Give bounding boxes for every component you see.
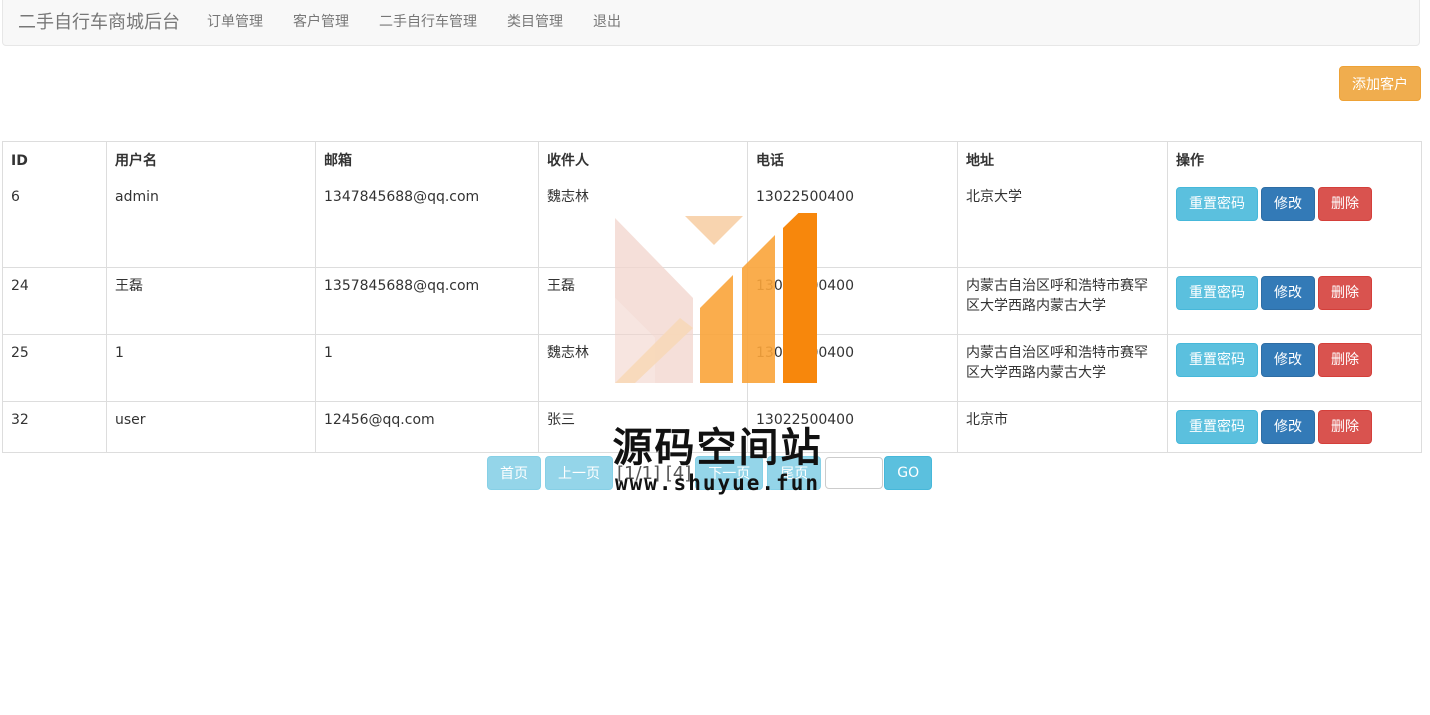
cell-actions: 重置密码 修改 删除	[1167, 266, 1422, 335]
nav-item-bikes[interactable]: 二手自行车管理	[364, 11, 492, 31]
col-header-receiver: 收件人	[538, 141, 748, 179]
cell-actions: 重置密码 修改 删除	[1167, 400, 1422, 453]
col-header-username: 用户名	[106, 141, 316, 179]
cell-id: 24	[2, 266, 107, 335]
delete-button[interactable]: 删除	[1318, 187, 1372, 221]
col-header-id: ID	[2, 141, 107, 179]
page-info: [1/1] [4]	[617, 462, 692, 484]
pagination: 首页 上一页 [1/1] [4] 下一页 尾页 GO	[487, 456, 933, 490]
cell-actions: 重置密码 修改 删除	[1167, 333, 1422, 402]
table-row: 32 user 12456@qq.com 张三 13022500400 北京市 …	[2, 400, 1422, 453]
cell-phone: 13022500400	[747, 400, 958, 453]
cell-username: 王磊	[106, 266, 316, 335]
cell-phone: 13022500400	[747, 333, 958, 402]
cell-id: 32	[2, 400, 107, 453]
delete-button[interactable]: 删除	[1318, 275, 1372, 310]
cell-email: 1357845688@qq.com	[315, 266, 539, 335]
nav-item-logout[interactable]: 退出	[578, 11, 636, 31]
customer-table: ID 用户名 邮箱 收件人 电话 地址 操作 6 admin 134784568…	[2, 141, 1422, 453]
cell-receiver: 魏志林	[538, 333, 748, 402]
navbar-brand[interactable]: 二手自行车商城后台	[18, 8, 180, 34]
reset-password-button[interactable]: 重置密码	[1176, 187, 1258, 221]
add-customer-button[interactable]: 添加客户	[1339, 66, 1421, 101]
cell-phone: 13022500400	[747, 179, 958, 268]
delete-button[interactable]: 删除	[1318, 342, 1372, 377]
nav-item-orders[interactable]: 订单管理	[192, 11, 278, 31]
cell-address: 内蒙古自治区呼和浩特市赛罕区大学西路内蒙古大学	[957, 266, 1168, 335]
table-row: 25 1 1 魏志林 13022500400 内蒙古自治区呼和浩特市赛罕区大学西…	[2, 333, 1422, 402]
cell-username: user	[106, 400, 316, 453]
cell-email: 1347845688@qq.com	[315, 179, 539, 268]
table-row: 6 admin 1347845688@qq.com 魏志林 1302250040…	[2, 179, 1422, 268]
nav-item-categories[interactable]: 类目管理	[492, 11, 578, 31]
edit-button[interactable]: 修改	[1261, 409, 1315, 444]
cell-address: 北京大学	[957, 179, 1168, 268]
edit-button[interactable]: 修改	[1261, 275, 1315, 310]
page-number-input[interactable]	[825, 457, 884, 489]
last-page-button[interactable]: 尾页	[767, 456, 822, 490]
reset-password-button[interactable]: 重置密码	[1176, 409, 1258, 444]
cell-id: 25	[2, 333, 107, 402]
table-row: 24 王磊 1357845688@qq.com 王磊 13022500400 内…	[2, 266, 1422, 335]
col-header-email: 邮箱	[315, 141, 539, 179]
cell-email: 12456@qq.com	[315, 400, 539, 453]
nav-item-customers[interactable]: 客户管理	[278, 11, 364, 31]
col-header-actions: 操作	[1167, 141, 1422, 179]
cell-receiver: 王磊	[538, 266, 748, 335]
cell-email: 1	[315, 333, 539, 402]
reset-password-button[interactable]: 重置密码	[1176, 275, 1258, 310]
next-page-button[interactable]: 下一页	[695, 456, 764, 490]
cell-username: admin	[106, 179, 316, 268]
reset-password-button[interactable]: 重置密码	[1176, 342, 1258, 377]
cell-phone: 13022500400	[747, 266, 958, 335]
cell-id: 6	[2, 179, 107, 268]
top-navbar: 二手自行车商城后台 订单管理 客户管理 二手自行车管理 类目管理 退出	[2, 0, 1420, 46]
cell-address: 北京市	[957, 400, 1168, 453]
delete-button[interactable]: 删除	[1318, 409, 1372, 444]
edit-button[interactable]: 修改	[1261, 342, 1315, 377]
prev-page-button[interactable]: 上一页	[545, 456, 613, 490]
table-header-row: ID 用户名 邮箱 收件人 电话 地址 操作	[2, 141, 1422, 179]
edit-button[interactable]: 修改	[1261, 187, 1315, 221]
col-header-address: 地址	[957, 141, 1168, 179]
cell-receiver: 魏志林	[538, 179, 748, 268]
go-button[interactable]: GO	[884, 456, 933, 490]
col-header-phone: 电话	[747, 141, 958, 179]
first-page-button[interactable]: 首页	[487, 456, 541, 490]
cell-actions: 重置密码 修改 删除	[1167, 179, 1422, 268]
cell-username: 1	[106, 333, 316, 402]
cell-receiver: 张三	[538, 400, 748, 453]
cell-address: 内蒙古自治区呼和浩特市赛罕区大学西路内蒙古大学	[957, 333, 1168, 402]
